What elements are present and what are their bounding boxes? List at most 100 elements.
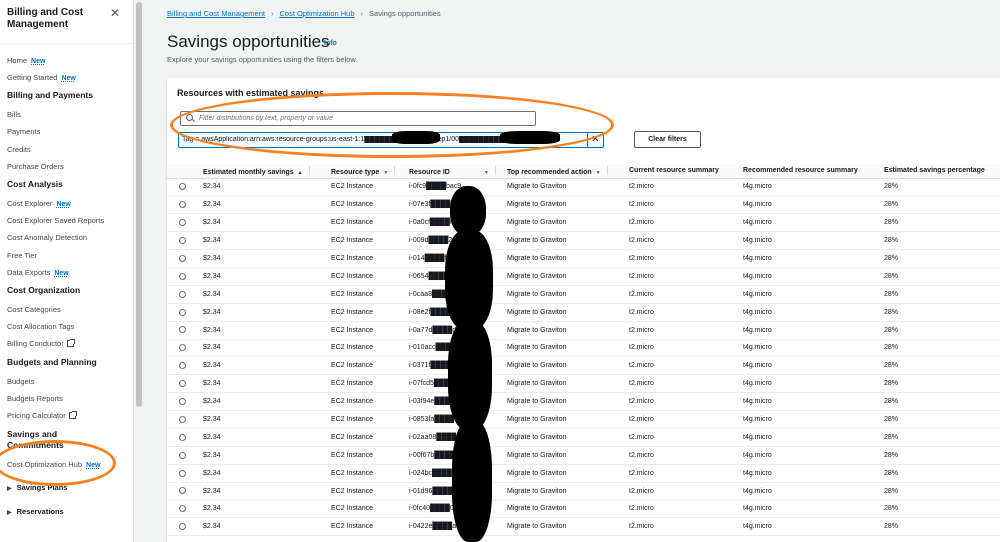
select-cell [167,464,199,483]
table-row[interactable]: $2.34 EC2 Instance i-0fc9████bac9 Migrate t… [167,178,1000,197]
cell-current-summary: t2.micro [625,482,739,501]
breadcrumb-link-hub[interactable]: Cost Optimization Hub [279,9,354,18]
breadcrumb-link-billing[interactable]: Billing and Cost Management [167,9,265,18]
row-radio-button[interactable] [179,344,186,352]
table-row[interactable]: $2.34 EC2 Instance i-0853fa████b01 Migrate … [167,410,1000,429]
cell-action: Migrate to Graviton [503,500,625,519]
cell-recommended-summary: t4g.micro [739,249,880,268]
sidebar-item-reservations[interactable]: ▶ Reservations [7,507,64,516]
row-radio-button[interactable] [179,433,186,441]
sidebar-item-saved-reports[interactable]: Cost Explorer Saved Reports [7,216,104,225]
sidebar-item-free-tier[interactable]: Free Tier [7,251,37,260]
column-header-resource-id[interactable]: Resource ID ▼ [405,164,503,179]
filter-search-box[interactable] [180,111,536,126]
row-radio-button[interactable] [179,183,186,191]
cell-savings: $2.34 [199,374,327,394]
sidebar-item-savings-plans[interactable]: ▶ Savings Plans [7,483,67,492]
cell-action: Migrate to Graviton [503,428,625,447]
row-radio-button[interactable] [179,272,186,280]
row-radio-button[interactable] [179,290,186,298]
cell-resource-id: i-0caa8████7fc [405,285,503,304]
sidebar-item-billing-conductor[interactable]: Billing Conductor [7,339,75,348]
row-radio-button[interactable] [179,326,186,334]
sidebar-item-payments[interactable]: Payments [7,127,40,136]
column-divider[interactable] [394,165,396,175]
sidebar-item-home[interactable]: Home New [7,56,45,65]
sidebar-scrollbar-thumb[interactable] [136,2,142,407]
close-icon[interactable]: ✕ [110,6,120,20]
column-divider[interactable] [606,165,608,175]
table-row[interactable]: $2.34 EC2 Instance i-014████fe48 Migrate to… [167,249,1000,268]
sidebar-item-cost-categories[interactable]: Cost Categories [7,305,61,314]
table-row[interactable]: $2.34 EC2 Instance i-0a0cf████f3e Migrate t… [167,213,1000,233]
cell-resource-id: i-024bc████f6b [405,464,503,483]
column-header-action[interactable]: Top recommended action ▼ [503,164,625,179]
cell-resource-type: EC2 Instance [327,339,405,358]
table-row[interactable]: $2.34 EC2 Instance i-009d████24b8dc Migrate… [167,231,1000,251]
row-radio-button[interactable] [179,236,186,244]
row-radio-button[interactable] [179,505,186,513]
table-row[interactable]: $2.34 EC2 Instance i-08e2f████de795 Migrate… [167,303,1000,322]
sidebar-item-label: Savings Plans [16,483,68,492]
sidebar-item-cost-allocation-tags[interactable]: Cost Allocation Tags [7,322,74,331]
filter-input[interactable] [199,113,529,124]
sidebar-item-budgets-reports[interactable]: Budgets Reports [7,394,63,403]
sidebar-item-purchase-orders[interactable]: Purchase Orders [7,162,64,171]
column-header-savings[interactable]: Estimated monthly savings ▲ [199,164,327,179]
info-link[interactable]: Info [324,40,337,47]
table-row[interactable]: $2.34 EC2 Instance i-0654████ebf1a6 Migrate… [167,267,1000,286]
row-radio-button[interactable] [179,523,186,531]
column-divider[interactable] [308,165,310,175]
cell-resource-id: i-01d96████766 [405,482,503,501]
table-row[interactable]: $2.34 EC2 Instance i-0422e████a9 Migrate to… [167,517,1000,537]
table-row[interactable]: $2.34 EC2 Instance i-0a77d████dd28 Migrate … [167,321,1000,340]
row-radio-button[interactable] [179,487,186,495]
row-radio-button[interactable] [179,397,186,405]
table-row[interactable]: $2.34 EC2 Instance i-0371f████23c Migrate t… [167,356,1000,376]
table-row[interactable]: $2.34 EC2 Instance i-0caa8████7fc Migrate t… [167,285,1000,304]
row-radio-button[interactable] [179,254,186,262]
sidebar-item-cost-explorer[interactable]: Cost Explorer New [7,199,71,208]
cell-savings-percentage: 28% [880,374,1000,394]
column-header-savings-percentage[interactable]: Estimated savings percentage [880,164,1000,179]
sidebar-item-credits[interactable]: Credits [7,145,31,154]
row-radio-button[interactable] [179,469,186,477]
cell-action: Migrate to Graviton [503,374,625,394]
table-row[interactable]: $2.34 EC2 Instance i-03f94e████66 Migrate t… [167,392,1000,412]
column-header-current-summary[interactable]: Current resource summary [625,164,739,179]
row-radio-button[interactable] [179,308,186,316]
filter-token[interactable]: Tag = awsApplication:arn:aws:resource-gr… [178,132,604,148]
sidebar-item-pricing-calculator[interactable]: Pricing Calculator [7,411,77,420]
select-cell [167,428,199,447]
sidebar-item-label: Cost Explorer [7,199,53,208]
column-header-recommended-summary[interactable]: Recommended resource summary [739,164,880,179]
cell-resource-type: EC2 Instance [327,374,405,394]
table-row[interactable]: $2.34 EC2 Instance i-010acc████80 Migrate t… [167,339,1000,358]
column-divider[interactable] [494,165,496,175]
table-row[interactable]: $2.34 EC2 Instance i-07fcd5████d1 Migrate t… [167,374,1000,394]
row-radio-button[interactable] [179,219,186,227]
cell-resource-id: i-0853fa████b01 [405,410,503,429]
cell-savings-percentage: 28% [880,446,1000,465]
column-header-resource-type[interactable]: Resource type ▼ [327,164,405,179]
table-row[interactable]: $2.34 EC2 Instance i-00f67b████ec1 Migrate … [167,446,1000,465]
sidebar-item-bills[interactable]: Bills [7,110,21,119]
table-row[interactable]: $2.34 EC2 Instance i-024bc████f6b Migrate t… [167,464,1000,483]
table-row[interactable]: $2.34 EC2 Instance i-02aa08████da0 Migrate … [167,428,1000,447]
sidebar-item-cost-optimization-hub[interactable]: Cost Optimization Hub New [7,460,100,469]
table-row[interactable]: $2.34 EC2 Instance i-01d96████766 Migrate t… [167,482,1000,501]
row-radio-button[interactable] [179,362,186,370]
table-row[interactable]: $2.34 EC2 Instance i-0fc40████075 Migrate t… [167,500,1000,519]
close-icon[interactable]: ✕ [587,133,603,147]
clear-filters-button[interactable]: Clear filters [634,131,701,148]
sidebar-item-anomaly-detection[interactable]: Cost Anomaly Detection [7,233,87,242]
sidebar-item-getting-started[interactable]: Getting Started New [7,73,76,82]
row-radio-button[interactable] [179,415,186,423]
sidebar-item-data-exports[interactable]: Data Exports New [7,268,69,277]
row-radio-button[interactable] [179,380,186,388]
row-radio-button[interactable] [179,451,186,459]
table-row[interactable]: $2.34 EC2 Instance i-07e3f████b826 Migrate … [167,195,1000,215]
sidebar-item-budgets[interactable]: Budgets [7,377,35,386]
row-radio-button[interactable] [179,201,186,209]
cell-current-summary: t2.micro [625,178,739,197]
